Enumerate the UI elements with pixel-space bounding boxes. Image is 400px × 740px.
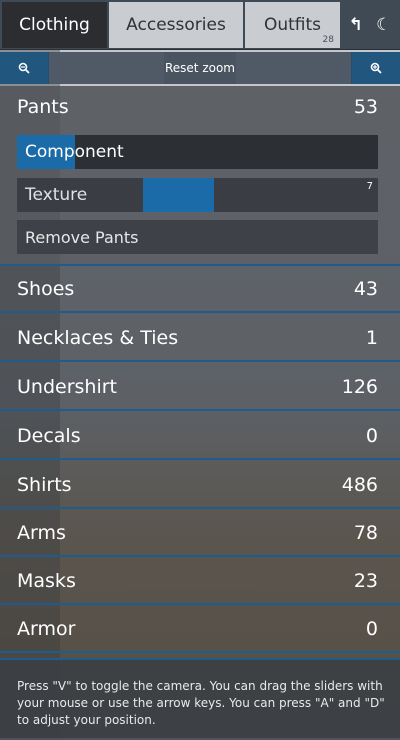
texture-max-value: 7 bbox=[366, 181, 373, 192]
component-slider[interactable]: Component bbox=[17, 135, 378, 169]
category-row-name: Undershirt bbox=[17, 375, 117, 398]
texture-slider-fill bbox=[143, 178, 214, 212]
help-box: Press "V" to toggle the camera. You can … bbox=[0, 658, 400, 740]
category-row-name: Arms bbox=[17, 521, 66, 544]
remove-pants-label: Remove Pants bbox=[25, 227, 139, 247]
zoom-slider[interactable]: Reset zoom bbox=[49, 52, 351, 84]
zoom-bar: Reset zoom bbox=[0, 52, 400, 84]
category-row-count: 0 bbox=[365, 617, 378, 640]
tab-accessories-label: Accessories bbox=[126, 15, 226, 35]
zoom-in-button[interactable] bbox=[352, 52, 400, 84]
category-row-masks[interactable]: Masks 23 bbox=[0, 558, 400, 605]
category-name: Pants bbox=[17, 96, 69, 118]
category-row-name: Armor bbox=[17, 617, 76, 640]
category-row-name: Masks bbox=[17, 569, 76, 592]
category-row-count: 43 bbox=[353, 277, 378, 300]
category-row-undershirt[interactable]: Undershirt 126 bbox=[0, 364, 400, 411]
category-row-decals[interactable]: Decals 0 bbox=[0, 413, 400, 460]
category-row-count: 486 bbox=[341, 473, 378, 496]
tab-clothing-label: Clothing bbox=[19, 15, 90, 35]
category-row-count: 1 bbox=[365, 326, 378, 349]
tab-clothing[interactable]: Clothing bbox=[2, 2, 109, 48]
zoom-out-button[interactable] bbox=[0, 52, 48, 84]
help-text: Press "V" to toggle the camera. You can … bbox=[17, 679, 385, 727]
tab-accessories[interactable]: Accessories bbox=[109, 2, 245, 48]
category-pants-expanded: Pants 53 Component Texture 7 Remove Pant… bbox=[0, 86, 400, 266]
texture-slider[interactable]: Texture 7 bbox=[17, 178, 378, 212]
category-row-necklaces-ties[interactable]: Necklaces & Ties 1 bbox=[0, 315, 400, 362]
component-slider-label: Component bbox=[25, 142, 124, 162]
category-row-name: Shirts bbox=[17, 473, 72, 496]
category-row-count: 78 bbox=[353, 521, 378, 544]
remove-pants-button[interactable]: Remove Pants bbox=[17, 220, 378, 254]
category-row-count: 23 bbox=[353, 569, 378, 592]
tab-outfits[interactable]: Outfits 28 bbox=[245, 2, 342, 48]
category-row-name: Necklaces & Ties bbox=[17, 326, 179, 349]
category-row-count: 126 bbox=[341, 375, 378, 398]
category-row-shoes[interactable]: Shoes 43 bbox=[0, 266, 400, 313]
category-row-shirts[interactable]: Shirts 486 bbox=[0, 462, 400, 509]
tab-outfits-label: Outfits bbox=[263, 15, 322, 35]
outfits-count-badge: 28 bbox=[322, 35, 334, 45]
category-row-name: Shoes bbox=[17, 277, 75, 300]
clothing-panel: Pants 53 Component Texture 7 Remove Pant… bbox=[0, 86, 400, 740]
category-row-name: Decals bbox=[17, 424, 81, 447]
moon-icon[interactable]: ☾ bbox=[376, 15, 391, 35]
zoom-in-icon bbox=[370, 62, 382, 74]
reset-zoom-label[interactable]: Reset zoom bbox=[165, 61, 235, 75]
category-count: 53 bbox=[353, 96, 378, 118]
category-header[interactable]: Pants 53 bbox=[17, 96, 378, 118]
rotate-arrow-icon[interactable]: ↰ bbox=[349, 15, 363, 35]
top-tab-bar: Clothing Accessories Outfits 28 ↰ ☾ bbox=[0, 0, 400, 50]
category-row-arms[interactable]: Arms 78 bbox=[0, 510, 400, 557]
texture-slider-label: Texture bbox=[25, 185, 88, 205]
category-row-armor[interactable]: Armor 0 bbox=[0, 606, 400, 653]
category-row-count: 0 bbox=[365, 424, 378, 447]
top-icon-group: ↰ ☾ bbox=[342, 2, 398, 48]
zoom-out-icon bbox=[18, 62, 30, 74]
